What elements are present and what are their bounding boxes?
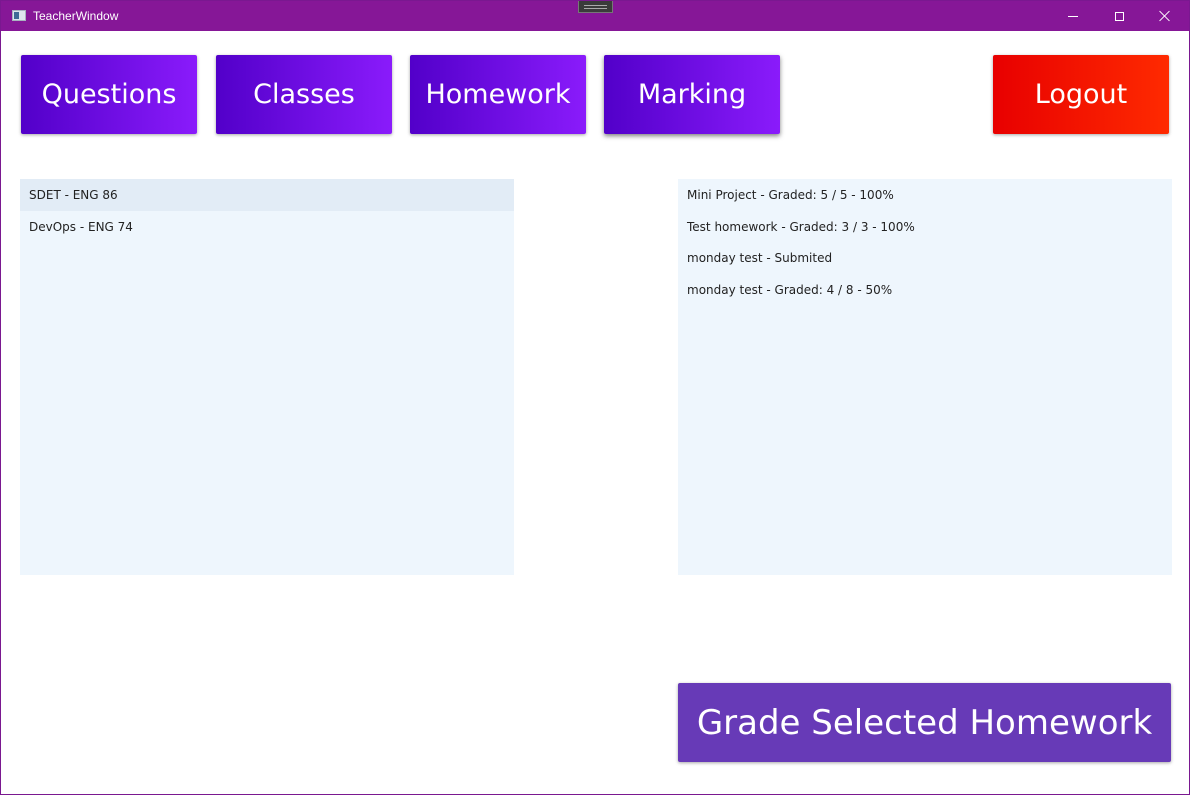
app-icon [12,10,26,21]
homework-list-item[interactable]: monday test - Graded: 4 / 8 - 50% [678,274,1172,306]
window-title: TeacherWindow [33,9,119,23]
close-button[interactable] [1142,1,1188,31]
minimize-icon [1068,15,1078,17]
close-icon [1159,10,1171,22]
minimize-button[interactable] [1050,1,1096,31]
marking-button[interactable]: Marking [604,55,780,134]
homework-list-item[interactable]: monday test - Submited [678,242,1172,274]
homework-list-item[interactable]: Mini Project - Graded: 5 / 5 - 100% [678,179,1172,211]
classes-list[interactable]: SDET - ENG 86 DevOps - ENG 74 [20,179,514,575]
class-list-item[interactable]: SDET - ENG 86 [20,179,514,211]
homework-button[interactable]: Homework [410,55,586,134]
homework-list[interactable]: Mini Project - Graded: 5 / 5 - 100% Test… [678,179,1172,575]
questions-button[interactable]: Questions [21,55,197,134]
maximize-icon [1114,11,1124,21]
homework-list-item[interactable]: Test homework - Graded: 3 / 3 - 100% [678,211,1172,243]
title-bar[interactable]: TeacherWindow [1,1,1189,31]
grade-selected-homework-button[interactable]: Grade Selected Homework [678,683,1171,762]
classes-button[interactable]: Classes [216,55,392,134]
class-list-item[interactable]: DevOps - ENG 74 [20,211,514,243]
logout-button[interactable]: Logout [993,55,1169,134]
drag-grip-icon[interactable] [578,1,613,13]
maximize-button[interactable] [1096,1,1142,31]
teacher-window: TeacherWindow Questions Classes Homework… [0,0,1190,795]
